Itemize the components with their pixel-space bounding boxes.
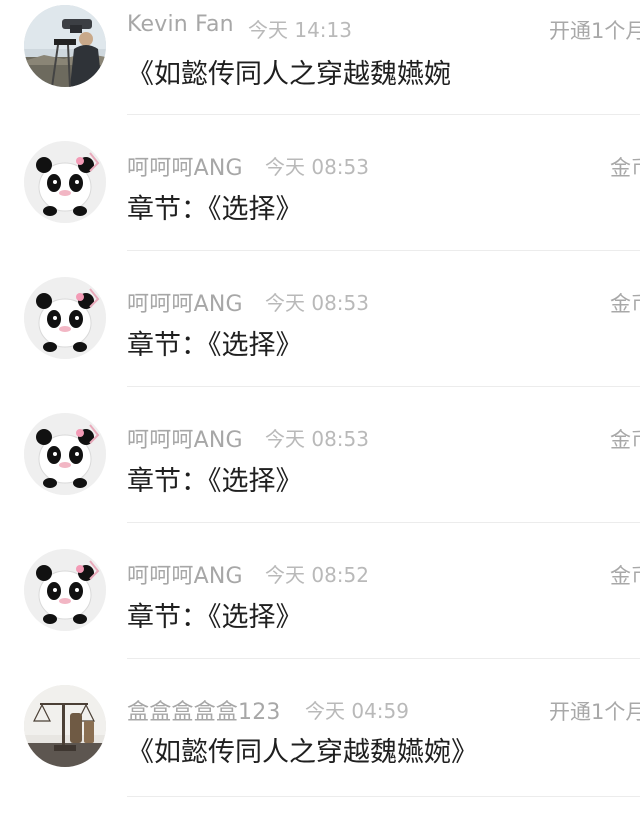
username[interactable]: 呵呵呵ANG <box>127 558 243 590</box>
comment-text: 章节：《选择》 <box>127 602 303 633</box>
timestamp: 今天 14:13 <box>248 18 352 42</box>
comment-text: 章节：《选择》 <box>127 466 303 497</box>
comment-text: 《如懿传同人之穿越魏嬿婉 <box>127 59 451 90</box>
comment-text: 章节：《选择》 <box>127 330 303 361</box>
list-item[interactable]: Kevin Fan 今天 14:13 开通1个月 《如懿传同人之穿越魏嬿婉 <box>0 0 640 136</box>
username[interactable]: 呵呵呵ANG <box>127 286 243 318</box>
list-item[interactable]: 呵呵呵ANG 今天 08:53 金币 章节：《选择》 <box>0 272 640 408</box>
panda-avatar-icon <box>24 141 106 223</box>
panda-avatar-icon <box>24 549 106 631</box>
comment-list: Kevin Fan 今天 14:13 开通1个月 《如懿传同人之穿越魏嬿婉 呵呵… <box>0 0 640 803</box>
divider <box>127 114 640 115</box>
comment-text: 《如懿传同人之穿越魏嬿婉》 <box>127 737 478 768</box>
username[interactable]: 盒盒盒盒盒123 <box>127 694 281 726</box>
timestamp: 今天 08:53 <box>265 427 369 451</box>
scale-avatar-icon <box>24 685 106 767</box>
avatar[interactable] <box>24 5 106 87</box>
membership-badge: 开通1个月 <box>549 700 640 724</box>
avatar[interactable] <box>24 141 106 223</box>
membership-badge: 开通1个月 <box>549 19 640 43</box>
avatar[interactable] <box>24 685 106 767</box>
list-item[interactable]: 盒盒盒盒盒123 今天 04:59 开通1个月 《如懿传同人之穿越魏嬿婉》 <box>0 680 640 816</box>
coin-badge: 金币 <box>610 292 640 316</box>
avatar[interactable] <box>24 549 106 631</box>
username[interactable]: 呵呵呵ANG <box>127 150 243 182</box>
divider <box>127 796 640 797</box>
comment-text: 章节：《选择》 <box>127 194 303 225</box>
username[interactable]: 呵呵呵ANG <box>127 422 243 454</box>
panda-avatar-icon <box>24 413 106 495</box>
timestamp: 今天 04:59 <box>305 699 409 723</box>
timestamp: 今天 08:52 <box>265 563 369 587</box>
divider <box>127 658 640 659</box>
divider <box>127 386 640 387</box>
coin-badge: 金币 <box>610 156 640 180</box>
avatar[interactable] <box>24 413 106 495</box>
list-item[interactable]: 呵呵呵ANG 今天 08:53 金币 章节：《选择》 <box>0 408 640 544</box>
timestamp: 今天 08:53 <box>265 155 369 179</box>
photographer-avatar-icon <box>24 5 106 87</box>
coin-badge: 金币 <box>610 564 640 588</box>
username[interactable]: Kevin Fan <box>127 12 234 37</box>
divider <box>127 522 640 523</box>
panda-avatar-icon <box>24 277 106 359</box>
avatar[interactable] <box>24 277 106 359</box>
timestamp: 今天 08:53 <box>265 291 369 315</box>
coin-badge: 金币 <box>610 428 640 452</box>
list-item[interactable]: 呵呵呵ANG 今天 08:53 金币 章节：《选择》 <box>0 136 640 272</box>
divider <box>127 250 640 251</box>
list-item[interactable]: 呵呵呵ANG 今天 08:52 金币 章节：《选择》 <box>0 544 640 680</box>
